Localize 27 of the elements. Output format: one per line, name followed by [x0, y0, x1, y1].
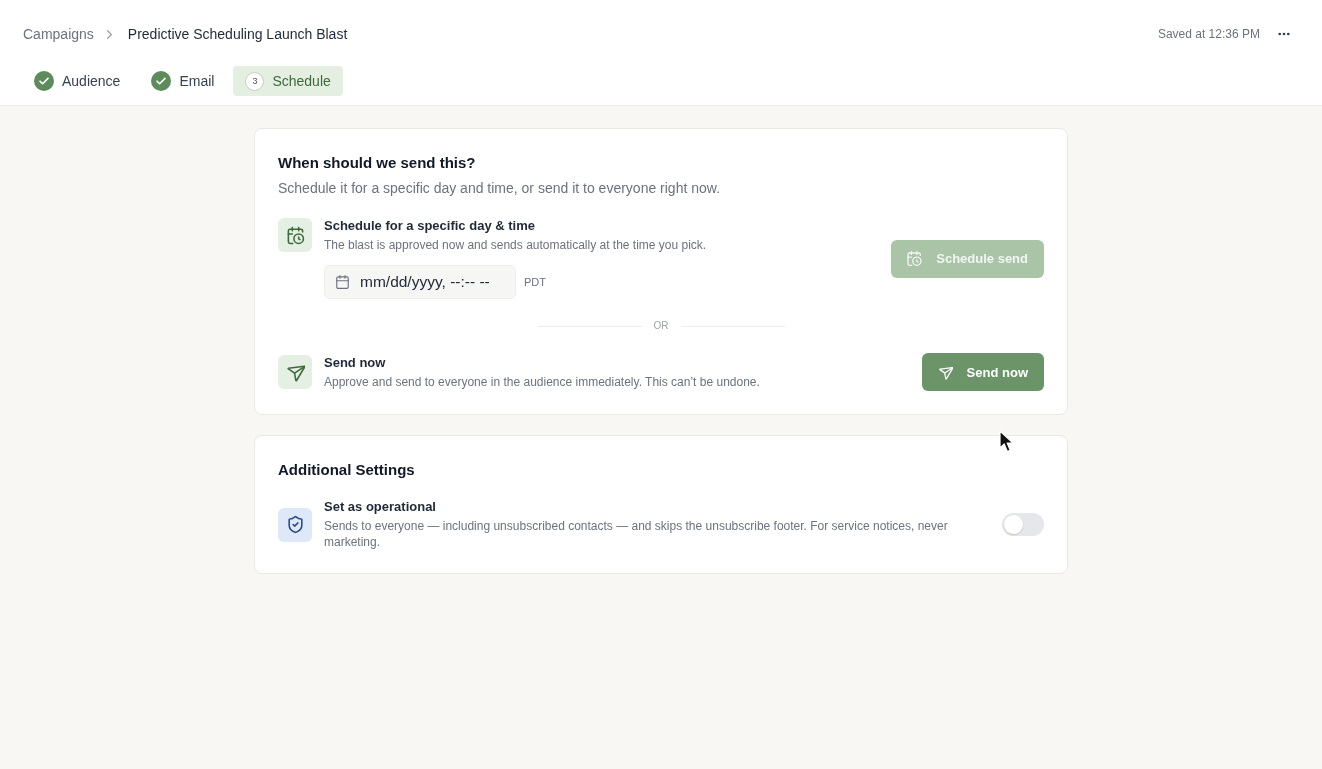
chevron-right-icon	[106, 29, 112, 39]
step-tab[interactable]: Email	[139, 66, 227, 96]
setting-title: Set as operational	[324, 499, 437, 515]
setting-description: Sends to everyone — including unsubscribed contacts — and skips the unsubscribe footer. For service notices, never marketing.	[324, 518, 949, 550]
timezone-label: PDT	[524, 276, 546, 288]
breadcrumb-current: Predictive Scheduling Launch Blast	[127, 26, 348, 42]
paper-plane-icon	[278, 355, 312, 389]
option-description: The blast is approved now and sends automatically at the time you pick.	[324, 237, 707, 253]
calendar-clock-icon	[278, 218, 312, 252]
option-description: Approve and send to everyone in the audience immediately. This can’t be undone.	[324, 373, 760, 390]
breadcrumb-link[interactable]: Campaigns	[23, 26, 94, 42]
divider-label: OR	[653, 319, 669, 333]
card-subtitle: Schedule it for a specific day and time, or send it to everyone right now.	[278, 179, 722, 197]
step-tab[interactable]: 3 Schedule	[233, 66, 343, 96]
save-status: Saved at 12:36 PM	[1157, 27, 1260, 41]
card-title: Additional Settings	[278, 460, 416, 480]
card-title: When should we send this?	[278, 153, 477, 173]
calendar-clock-icon	[907, 251, 923, 266]
datetime-field[interactable]: mm/dd/yyyy, --:-- --	[324, 265, 516, 299]
toggle-switch[interactable]	[1002, 513, 1044, 536]
shield-check-icon	[278, 507, 312, 542]
option-title: Send now	[324, 354, 387, 371]
calendar-icon	[336, 275, 349, 289]
paper-plane-icon	[937, 364, 953, 380]
step-tab[interactable]: Audience	[22, 66, 133, 96]
step-number: 3	[245, 71, 265, 91]
option-title: Schedule for a specific day & time	[324, 218, 536, 234]
